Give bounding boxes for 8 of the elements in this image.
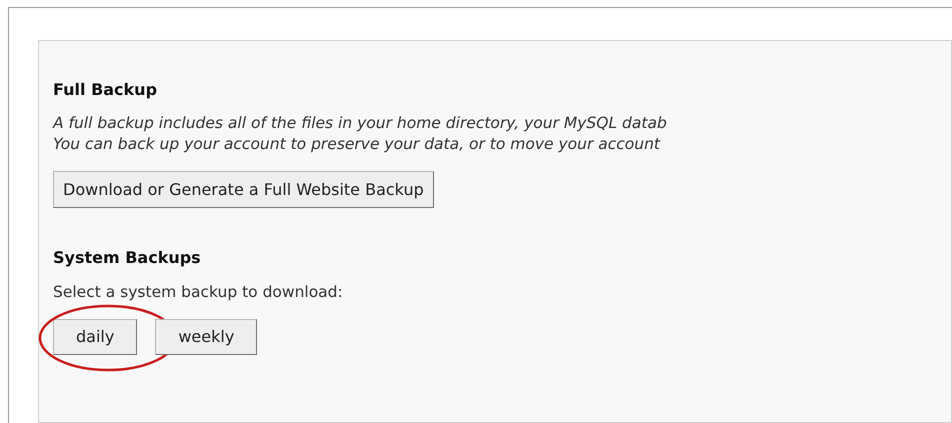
full-backup-button[interactable]: Download or Generate a Full Website Backup xyxy=(53,171,434,208)
prompt-text: Select a system backup to download: xyxy=(53,285,343,300)
description-text: A full backup includes all of the files in your home directory, your MySQL datab xyxy=(53,115,667,131)
backup-button[interactable]: weekly xyxy=(155,318,258,354)
section-title: System Backups xyxy=(53,250,201,266)
section-title: Full Backup xyxy=(53,82,158,98)
backup-button[interactable]: daily xyxy=(53,318,138,354)
description-text: You can back up your account to preserve your data, or to move your account xyxy=(53,136,660,152)
